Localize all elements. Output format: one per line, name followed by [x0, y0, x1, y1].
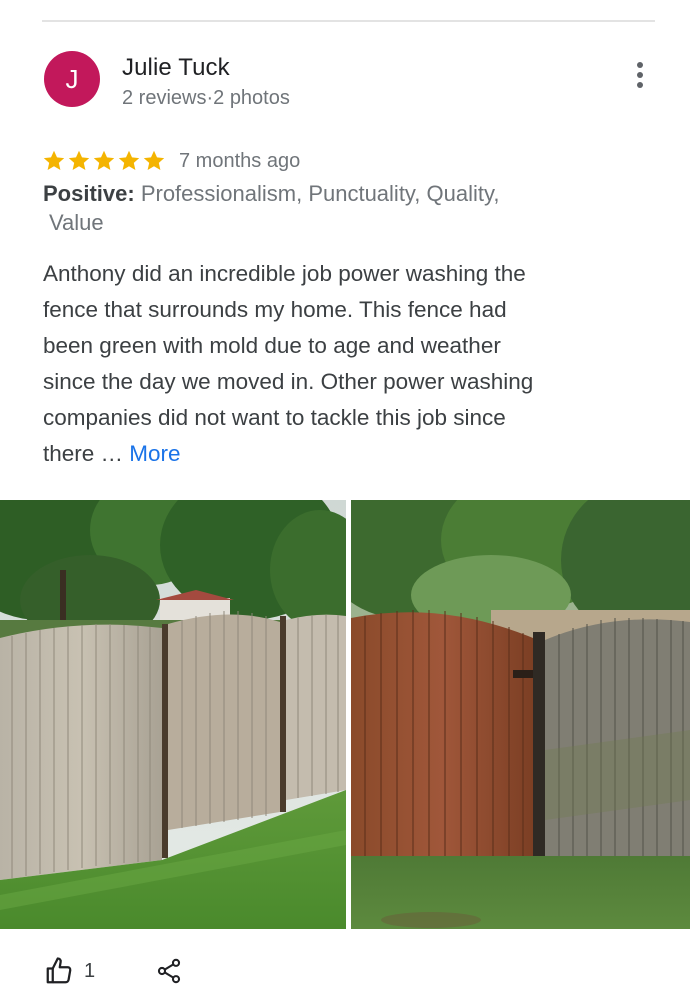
review-line: there … — [43, 441, 130, 466]
review-actions: 1 — [44, 953, 183, 989]
positive-label: Positive: — [43, 181, 135, 206]
review-photo-after[interactable] — [351, 500, 690, 929]
star-icon — [43, 150, 65, 170]
avatar[interactable]: J — [44, 51, 100, 107]
share-icon[interactable] — [155, 957, 183, 985]
positive-values-line1: Professionalism, Punctuality, Quality, — [134, 181, 500, 206]
star-icon — [143, 150, 165, 170]
more-link[interactable]: More — [129, 441, 180, 466]
review-time: 7 months ago — [179, 149, 301, 172]
review-photo-before[interactable] — [0, 500, 346, 929]
review-line: fence that surrounds my home. This fence… — [43, 297, 507, 322]
thumb-up-icon[interactable] — [44, 956, 74, 986]
review-line: since the day we moved in. Other power w… — [43, 369, 534, 394]
positive-values-line2: Value — [49, 210, 104, 235]
review-text: Anthony did an incredible job power wash… — [43, 256, 663, 472]
positive-attributes: Positive: Professionalism, Punctuality, … — [43, 179, 603, 237]
star-icon — [68, 150, 90, 170]
review-line-last: there … More — [43, 436, 663, 472]
menu-dot — [637, 82, 643, 88]
rating-row: 7 months ago — [42, 146, 300, 176]
star-rating — [42, 149, 166, 173]
reviewer-meta: 2 reviews·2 photos — [122, 87, 290, 109]
review-line: Anthony did an incredible job power wash… — [43, 261, 526, 286]
star-icon — [118, 150, 140, 170]
star-icon — [93, 150, 115, 170]
review-line: been green with mold due to age and weat… — [43, 333, 501, 358]
review-card: J Julie Tuck 2 reviews·2 photos 7 months… — [0, 0, 690, 1000]
top-divider — [42, 20, 655, 22]
review-line: companies did not want to tackle this jo… — [43, 405, 506, 430]
menu-dot — [637, 72, 643, 78]
menu-dot — [637, 62, 643, 68]
more-vert-icon[interactable] — [630, 60, 650, 90]
like-count: 1 — [84, 959, 96, 982]
reviewer-name[interactable]: Julie Tuck — [122, 54, 230, 82]
